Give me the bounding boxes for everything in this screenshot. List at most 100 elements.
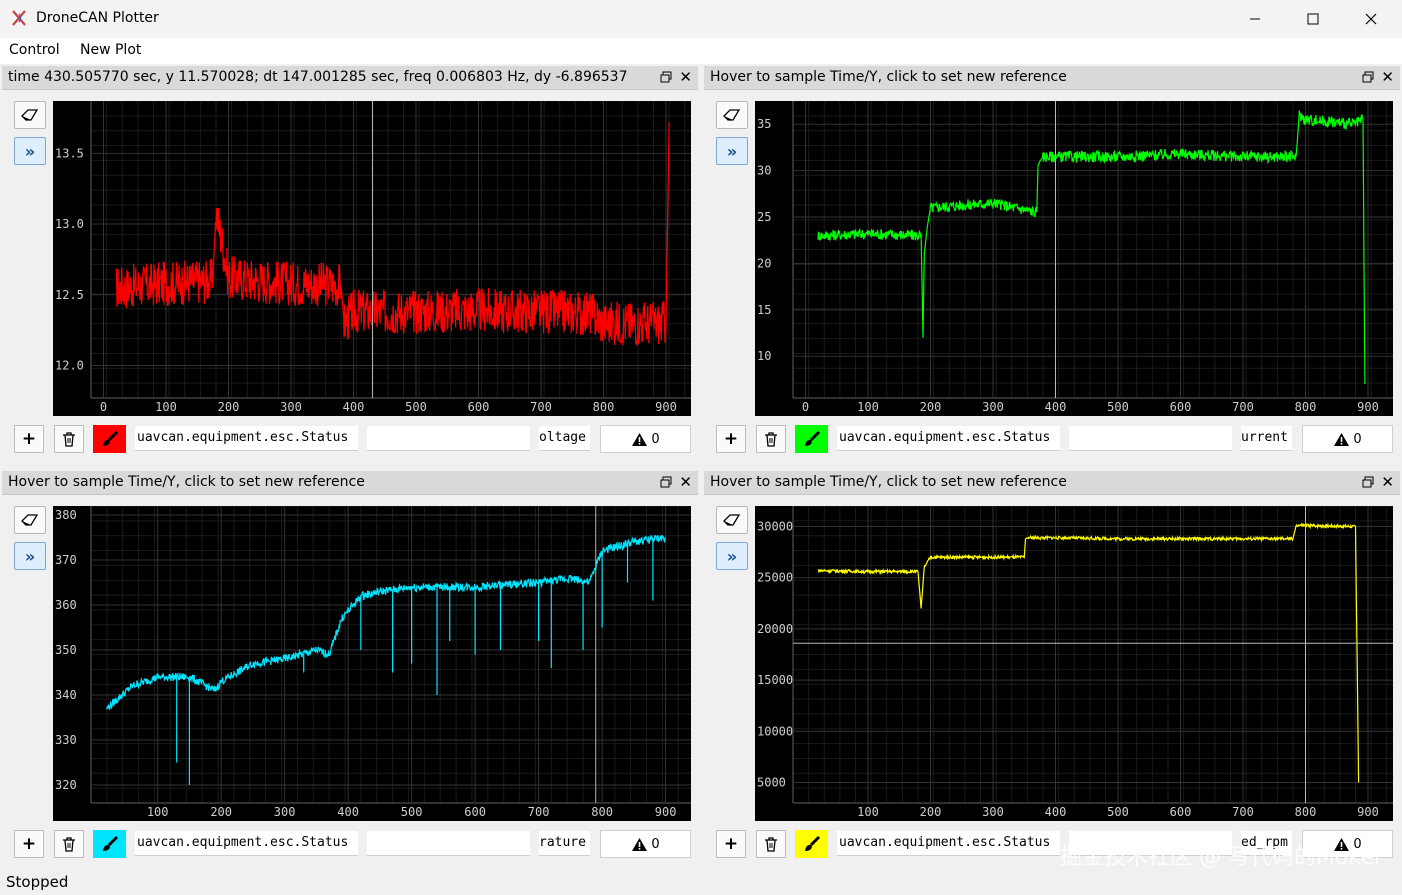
delete-curve-button[interactable] [54,425,84,453]
close-button[interactable] [1342,0,1400,38]
title-bar: DroneCAN Plotter [0,0,1402,38]
warning-icon [632,432,648,446]
field-name-field[interactable]: rature [539,831,590,856]
delete-curve-button[interactable] [756,830,786,858]
curve-color-button[interactable] [93,830,126,858]
y-tick-label: 15 [757,303,771,317]
warnings-count: 0 [651,431,660,447]
y-tick-label: 20 [757,256,771,270]
brush-icon [804,430,820,446]
clear-plot-button[interactable] [716,101,748,129]
x-tick-label: 200 [920,805,942,819]
float-window-icon[interactable] [1362,71,1374,83]
float-window-icon[interactable] [660,71,672,83]
add-curve-button[interactable]: + [716,425,746,453]
minimize-button[interactable] [1226,0,1284,38]
panel-header[interactable]: Hover to sample Time/Y, click to set new… [704,66,1400,90]
warnings-button[interactable]: 0 [600,425,691,453]
plot-area[interactable]: 0 100 200 300 400 500 600 700 800 900 10 15 20 25 30 35 [755,101,1393,416]
plot-panel-temperature: Hover to sample Time/Y, click to set new… [2,471,698,876]
eraser-icon [723,514,741,526]
x-tick-label: 900 [1357,805,1379,819]
add-curve-button[interactable]: + [14,830,44,858]
plus-icon: + [723,429,739,449]
app-logo-icon [12,10,26,26]
autoscroll-button[interactable]: » [14,542,46,570]
autoscroll-button[interactable]: » [14,137,46,165]
panel-header[interactable]: time 430.505770 sec, y 11.570028; dt 147… [2,66,698,90]
plus-icon: + [723,834,739,854]
x-tick-label: 400 [337,805,359,819]
close-panel-icon[interactable]: ✕ [1381,473,1394,491]
expression-field[interactable] [1069,426,1232,451]
x-tick-label: 200 [210,805,232,819]
x-tick-label: 300 [982,805,1004,819]
panel-header[interactable]: Hover to sample Time/Y, click to set new… [2,471,698,495]
clear-plot-button[interactable] [716,506,748,534]
y-tick-label: 370 [55,553,77,567]
curve-toolbar: + uavcan.equipment.esc.Status urrent 0 [704,425,1400,453]
panel-header[interactable]: Hover to sample Time/Y, click to set new… [704,471,1400,495]
x-tick-label: 700 [1232,805,1254,819]
plot-area[interactable]: 100 200 300 400 500 600 700 800 900 320 330 340 350 3… [53,506,691,821]
float-window-icon[interactable] [1362,476,1374,488]
chart-svg: 0 100 200 300 400 500 600 700 800 900 10 15 20 25 30 35 [757,101,1393,414]
warning-icon [1334,432,1350,446]
expression-field[interactable] [367,831,530,856]
maximize-icon [1307,13,1319,25]
message-type-field[interactable]: uavcan.equipment.esc.Status [135,831,358,856]
curve-color-button[interactable] [795,830,828,858]
curve-color-button[interactable] [795,425,828,453]
y-tick-label: 13.5 [55,146,84,160]
x-tick-label: 400 [343,400,365,414]
message-type-field[interactable]: uavcan.equipment.esc.Status [135,426,358,451]
warnings-button[interactable]: 0 [1302,425,1393,453]
message-type-field[interactable]: uavcan.equipment.esc.Status [837,426,1060,451]
maximize-button[interactable] [1284,0,1342,38]
chart-svg: 0 100 200 300 400 500 600 700 800 900 12.0 12.5 13.0… [55,101,691,414]
eraser-icon [723,109,741,121]
curve-color-button[interactable] [93,425,126,453]
autoscroll-button[interactable]: » [716,542,748,570]
menu-new-plot[interactable]: New Plot [80,42,141,58]
close-icon [1365,13,1377,25]
warnings-button[interactable]: 0 [600,830,691,858]
field-name-field[interactable]: oltage [539,426,590,451]
plot-area[interactable]: 100 200 300 400 500 600 700 800 900 5000 10000 1500… [755,506,1393,821]
clear-plot-button[interactable] [14,101,46,129]
close-panel-icon[interactable]: ✕ [679,473,692,491]
autoscroll-button[interactable]: » [716,137,748,165]
field-name-field[interactable]: urrent [1241,426,1292,451]
x-tick-label: 300 [274,805,296,819]
message-type-field[interactable]: uavcan.equipment.esc.Status [837,831,1060,856]
brush-icon [804,835,820,851]
clear-plot-button[interactable] [14,506,46,534]
x-tick-label: 0 [100,400,107,414]
delete-curve-button[interactable] [756,425,786,453]
plus-icon: + [21,429,37,449]
x-tick-label: 500 [1107,400,1129,414]
curve-toolbar: + uavcan.equipment.esc.Status rature 0 [2,830,698,858]
double-chevron-right-icon: » [726,546,738,566]
close-panel-icon[interactable]: ✕ [1381,68,1394,86]
menu-control[interactable]: Control [9,42,60,58]
expression-field[interactable] [367,426,530,451]
add-curve-button[interactable]: + [14,425,44,453]
plus-icon: + [21,834,37,854]
close-panel-icon[interactable]: ✕ [679,68,692,86]
delete-curve-button[interactable] [54,830,84,858]
y-tick-label: 30000 [757,519,793,533]
x-tick-label: 200 [218,400,240,414]
plot-area[interactable]: 0 100 200 300 400 500 600 700 800 900 12.0 12.5 13.0… [53,101,691,416]
status-bar: Stopped [6,873,69,891]
curve-toolbar: + uavcan.equipment.esc.Status oltage 0 [2,425,698,453]
double-chevron-right-icon: » [726,141,738,161]
y-tick-label: 12.5 [55,288,84,302]
y-tick-label: 5000 [757,776,786,790]
x-tick-label: 600 [464,805,486,819]
panel-header-text: Hover to sample Time/Y, click to set new… [710,474,1067,490]
float-window-icon[interactable] [660,476,672,488]
x-tick-label: 700 [530,400,552,414]
add-curve-button[interactable]: + [716,830,746,858]
x-tick-label: 100 [155,400,177,414]
